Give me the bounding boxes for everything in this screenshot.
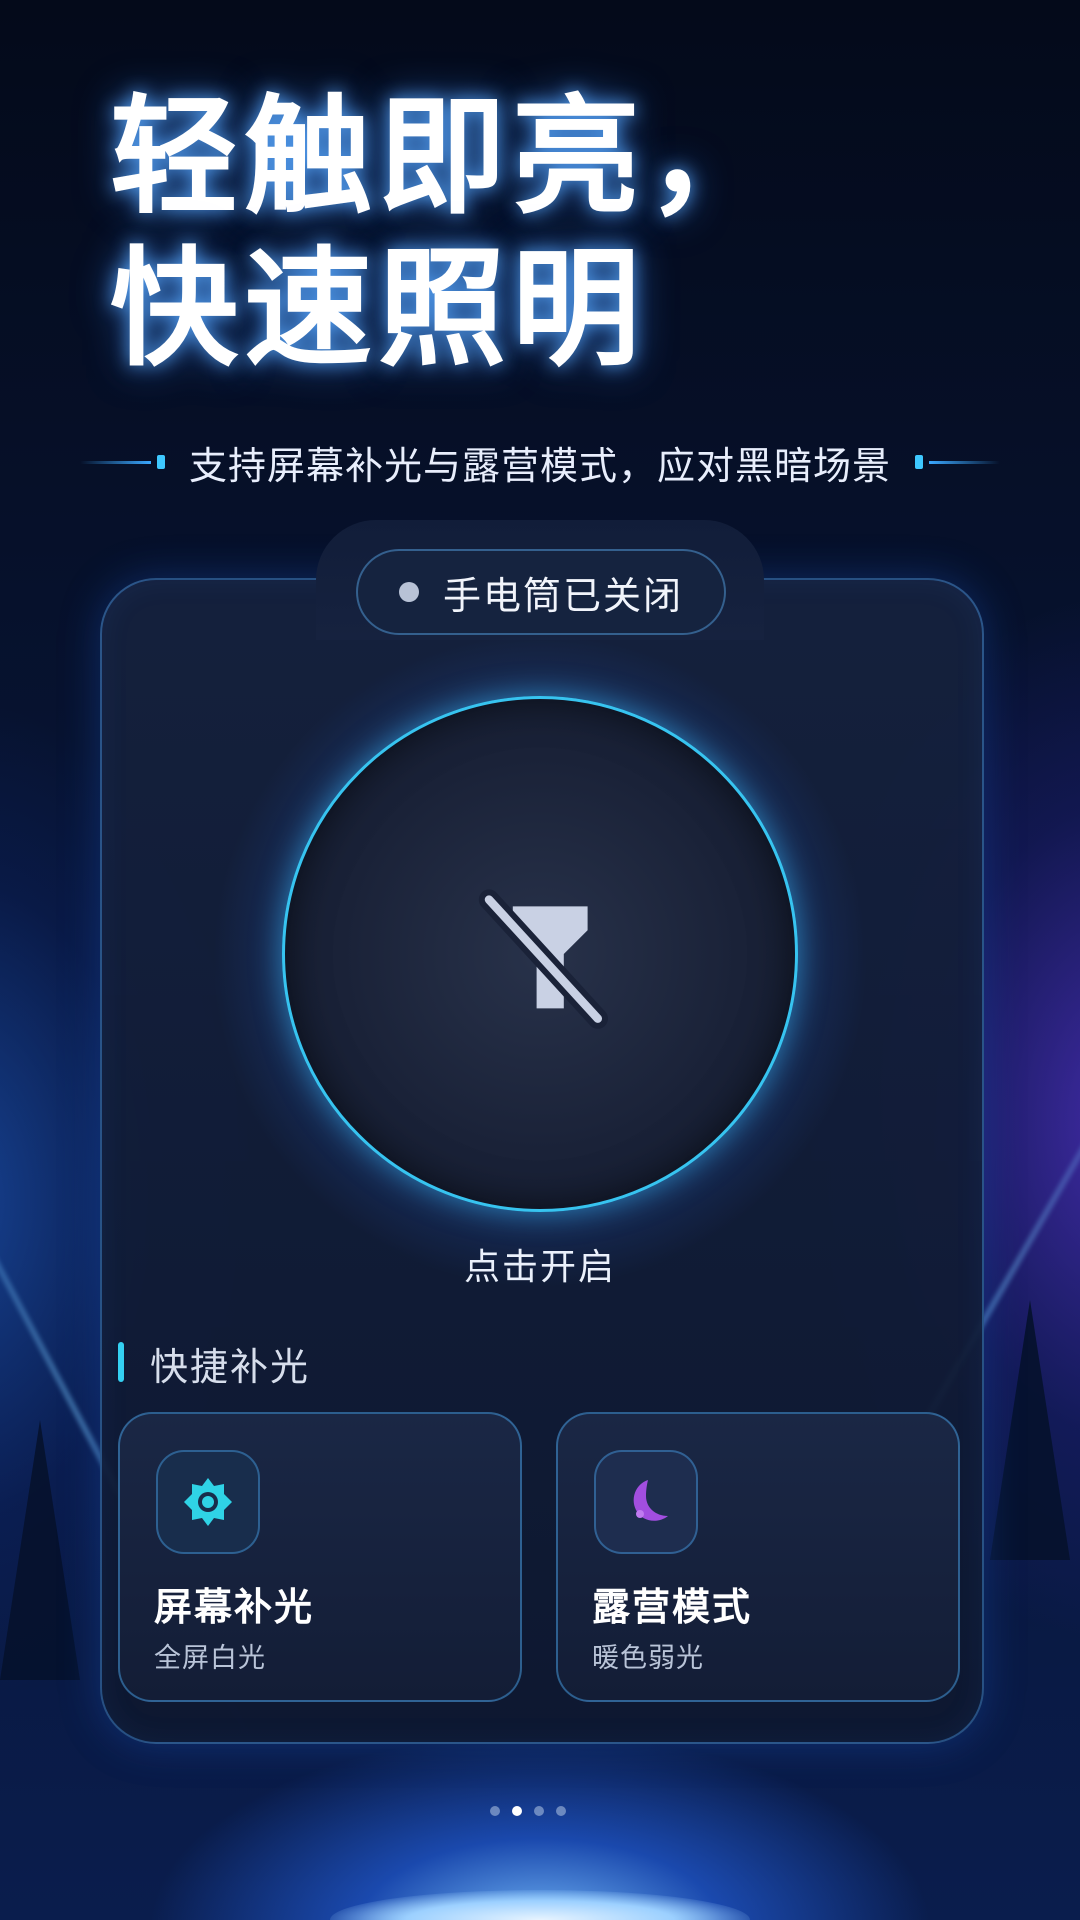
page-dot[interactable] (534, 1806, 544, 1816)
hero-subtitle-row: 支持屏幕补光与露营模式，应对黑暗场景 (80, 432, 1000, 492)
screen-fill-light-card[interactable]: 屏幕补光 全屏白光 (118, 1412, 522, 1702)
page-dot-active[interactable] (512, 1806, 522, 1816)
status-dot-icon (398, 582, 419, 602)
hero-headline: 轻触即亮， 快速照明 (110, 82, 780, 386)
hero-subtitle: 支持屏幕补光与露营模式，应对黑暗场景 (188, 443, 891, 488)
flashlight-off-icon (478, 889, 608, 1029)
subtitle-decoration-right (915, 455, 1000, 469)
camping-mode-title: 露营模式 (592, 1585, 753, 1629)
tap-to-turn-on-hint: 点击开启 (463, 1247, 616, 1288)
flashlight-status-label: 手电筒已关闭 (442, 573, 683, 618)
moon-icon (633, 1480, 668, 1521)
tree-silhouette-right (990, 1300, 1070, 1560)
screen-fill-subtitle: 全屏白光 (154, 1643, 266, 1674)
section-accent-bar (118, 1342, 124, 1382)
hero-headline-line1: 轻触即亮， (110, 83, 781, 232)
page-indicator (490, 1806, 566, 1816)
flashlight-power-button[interactable] (282, 696, 798, 1212)
app-screen: 轻触即亮， 快速照明 支持屏幕补光与露营模式，应对黑暗场景 手电筒已关闭 点击开… (0, 0, 1080, 1920)
quick-light-section-title: 快捷补光 (150, 1345, 311, 1389)
screen-fill-icon-box (156, 1450, 260, 1554)
flashlight-status-badge: 手电筒已关闭 (356, 549, 726, 635)
hero-headline-line2: 快速照明 (110, 235, 647, 384)
page-dot[interactable] (490, 1806, 500, 1816)
camping-mode-icon-box (594, 1450, 698, 1554)
subtitle-decoration-left (80, 455, 165, 469)
camping-mode-subtitle: 暖色弱光 (592, 1643, 704, 1674)
page-dot[interactable] (556, 1806, 566, 1816)
sun-icon (184, 1478, 232, 1526)
screen-fill-title: 屏幕补光 (154, 1585, 315, 1629)
camping-mode-card[interactable]: 露营模式 暖色弱光 (556, 1412, 960, 1702)
tree-silhouette-left (0, 1420, 80, 1680)
spotlight-base (330, 1890, 750, 1920)
